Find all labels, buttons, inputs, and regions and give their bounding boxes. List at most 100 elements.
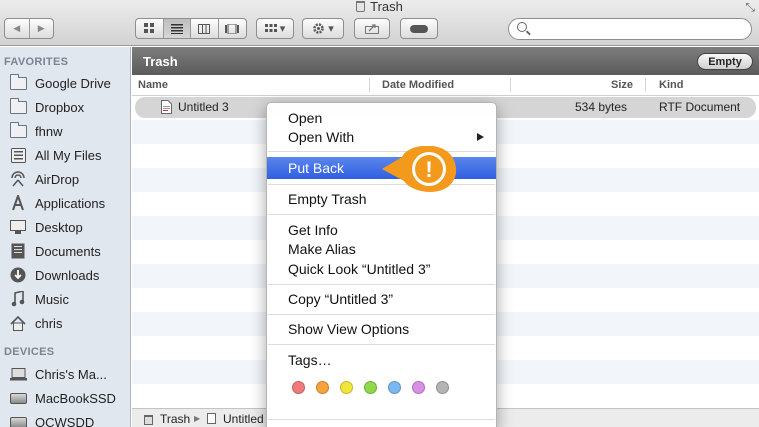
warning-callout-icon: !: [382, 146, 457, 192]
menu-item-show-view-options[interactable]: Show View Options: [267, 319, 496, 339]
arrange-button[interactable]: ▾: [256, 18, 294, 39]
desktop-icon: [9, 220, 27, 235]
window-title: Trash: [0, 0, 759, 14]
all-files-icon: [9, 147, 27, 163]
folder-header: Trash Empty: [132, 47, 759, 75]
sidebar-item-home[interactable]: chris: [9, 312, 62, 334]
menu-item-copy[interactable]: Copy “Untitled 3”: [267, 289, 496, 309]
chevron-left-icon: ◀: [13, 23, 21, 33]
disk-icon: [9, 391, 27, 406]
svg-text:!: !: [425, 157, 432, 182]
sidebar-item-downloads[interactable]: Downloads: [9, 264, 99, 286]
sidebar-favorites-header: FAVORITES: [4, 56, 69, 68]
tag-gray[interactable]: [436, 381, 449, 394]
home-icon: [9, 315, 27, 331]
document-icon: [207, 413, 216, 427]
column-view-button[interactable]: [191, 19, 219, 38]
tag-yellow[interactable]: [340, 381, 353, 394]
back-button[interactable]: ◀: [5, 19, 30, 38]
edit-tags-button[interactable]: [400, 18, 438, 39]
submenu-arrow-icon: [477, 133, 484, 141]
list-view-icon: [170, 23, 183, 34]
column-view-icon: [198, 23, 211, 34]
sidebar-item-all-my-files[interactable]: All My Files: [9, 144, 101, 166]
column-divider[interactable]: [369, 78, 370, 92]
trash-icon: [356, 1, 366, 12]
sidebar-item-ocwsdd[interactable]: OCWSDD: [9, 411, 94, 427]
rtf-document-icon: [161, 100, 172, 117]
sidebar-item-airdrop[interactable]: AirDrop: [9, 168, 79, 190]
menu-divider: [268, 284, 495, 285]
menu-item-make-alias[interactable]: Make Alias: [267, 239, 496, 259]
sidebar-item-desktop[interactable]: Desktop: [9, 216, 83, 238]
sidebar-item-applications[interactable]: Applications: [9, 192, 105, 214]
airdrop-icon: [9, 171, 27, 187]
sidebar-devices-header: DEVICES: [4, 346, 55, 358]
menu-divider: [268, 314, 495, 315]
menu-item-get-info[interactable]: Get Info: [267, 220, 496, 240]
icon-view-icon: [143, 23, 154, 33]
column-divider[interactable]: [510, 78, 511, 92]
back-forward-control: ◀ ▶: [4, 18, 54, 39]
menu-item-empty-trash[interactable]: Empty Trash: [267, 189, 496, 209]
chevron-down-icon: ▾: [328, 23, 334, 35]
search-icon: [517, 22, 527, 32]
chevron-right-icon: ▶: [37, 23, 45, 33]
list-view-button[interactable]: [163, 19, 191, 38]
search-field[interactable]: [508, 18, 752, 40]
music-icon: [9, 291, 27, 307]
column-date-modified[interactable]: Date Modified: [382, 79, 454, 91]
tag-green[interactable]: [364, 381, 377, 394]
tag-orange[interactable]: [316, 381, 329, 394]
tag-blue[interactable]: [388, 381, 401, 394]
menu-divider: [268, 419, 495, 420]
view-mode-control: [135, 18, 247, 39]
tag-icon: [410, 24, 428, 33]
search-input[interactable]: [533, 21, 743, 37]
column-size[interactable]: Size: [611, 79, 633, 91]
empty-trash-button[interactable]: Empty: [697, 53, 753, 70]
sidebar-item-macbookssd[interactable]: MacBookSSD: [9, 387, 116, 409]
sidebar-item-music[interactable]: Music: [9, 288, 69, 310]
sidebar-item-this-mac[interactable]: Chris's Ma...: [9, 363, 107, 385]
folder-icon: [9, 97, 27, 115]
sidebar-item-fhnw[interactable]: fhnw: [9, 120, 62, 142]
folder-icon: [9, 121, 27, 139]
forward-button[interactable]: ▶: [30, 19, 54, 38]
menu-divider: [268, 344, 495, 345]
icon-view-button[interactable]: [136, 19, 164, 38]
path-segment-file[interactable]: Untitled: [223, 412, 264, 426]
sidebar-item-google-drive[interactable]: Google Drive: [9, 72, 111, 94]
trash-icon: [144, 414, 153, 427]
chevron-right-icon: ▶: [194, 414, 201, 423]
column-kind[interactable]: Kind: [659, 79, 683, 91]
folder-icon: [9, 73, 27, 91]
menu-item-quick-look[interactable]: Quick Look “Untitled 3”: [267, 259, 496, 279]
action-button[interactable]: ▾: [302, 18, 344, 39]
sidebar: FAVORITES Google Drive Dropbox fhnw All …: [0, 47, 131, 427]
share-icon: [365, 24, 379, 34]
tag-red[interactable]: [292, 381, 305, 394]
sidebar-item-dropbox[interactable]: Dropbox: [9, 96, 84, 118]
tag-purple[interactable]: [412, 381, 425, 394]
menu-divider: [268, 214, 495, 215]
file-name: Untitled 3: [178, 100, 229, 114]
file-size: 534 bytes: [575, 100, 628, 114]
column-divider[interactable]: [645, 78, 646, 92]
coverflow-view-button[interactable]: [219, 19, 246, 38]
column-name[interactable]: Name: [138, 79, 168, 91]
chevron-down-icon: ▾: [279, 23, 286, 35]
file-kind: RTF Document: [659, 100, 741, 114]
share-button[interactable]: [354, 18, 390, 39]
sidebar-item-documents[interactable]: Documents: [9, 240, 101, 262]
downloads-icon: [9, 267, 27, 283]
fullscreen-icon[interactable]: ⤡: [745, 0, 755, 15]
documents-icon: [9, 243, 27, 259]
arrange-icon: [264, 24, 277, 32]
toolbar: Trash ⤡ ◀ ▶ ▾ ▾: [0, 0, 759, 46]
menu-item-open[interactable]: Open: [267, 108, 496, 128]
menu-item-open-with[interactable]: Open With: [267, 127, 496, 147]
menu-item-tags[interactable]: Tags…: [267, 350, 496, 370]
path-segment-trash[interactable]: Trash: [160, 412, 190, 426]
applications-icon: [9, 195, 27, 211]
